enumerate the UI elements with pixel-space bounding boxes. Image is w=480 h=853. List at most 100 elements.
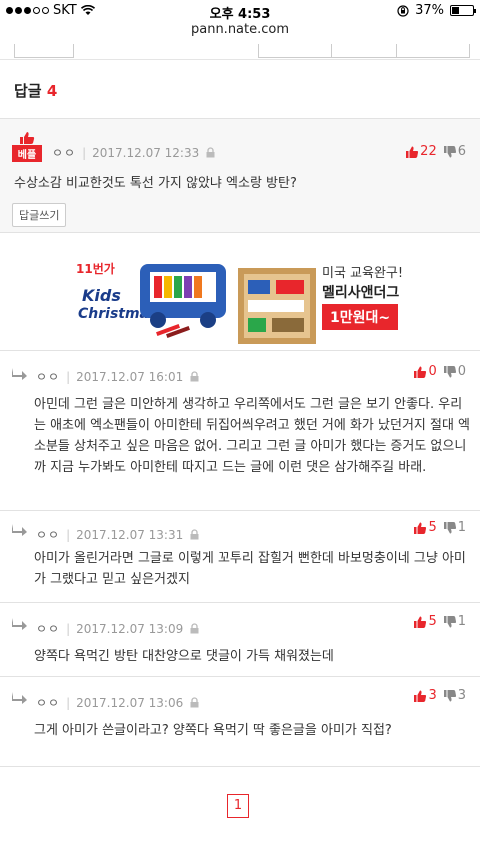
comment-author[interactable]: ㅇㅇ bbox=[36, 694, 60, 711]
rotation-lock-icon bbox=[397, 4, 409, 17]
replies-label: 답글 bbox=[14, 82, 42, 100]
comment-meta: ㅇㅇ | 2017.12.07 13:31 bbox=[36, 526, 200, 543]
battery-icon bbox=[450, 5, 476, 16]
battery-percent: 37% bbox=[415, 3, 444, 18]
divider bbox=[0, 766, 480, 767]
comment-date: 2017.12.07 13:31 bbox=[76, 527, 184, 542]
ad-line-2: 멜리사앤더그 bbox=[322, 285, 400, 301]
comment-item: ㅇㅇ | 2017.12.07 13:06 3 3 그게 아미가 쓴글이라고? … bbox=[0, 688, 480, 758]
upvote-button[interactable]: 5 bbox=[413, 520, 437, 535]
downvote-count: 6 bbox=[457, 144, 466, 159]
ad-line-1: 미국 교육완구! bbox=[322, 266, 404, 281]
meta-separator: | bbox=[66, 369, 71, 384]
downvote-button[interactable]: 1 bbox=[443, 614, 466, 629]
replies-count: 4 bbox=[46, 82, 58, 100]
comment-text: 양쪽다 욕먹긴 방탄 대찬양으로 댓글이 가득 채워졌는데 bbox=[34, 649, 334, 664]
reply-arrow-icon bbox=[12, 524, 27, 536]
upvote-count: 5 bbox=[428, 520, 437, 535]
downvote-count: 0 bbox=[457, 364, 466, 379]
report-icon[interactable] bbox=[189, 623, 200, 634]
comment-text: 아미가 올린거라면 그글로 이렇게 꼬투리 잡힐거 뻔한데 바보멍충이네 그냥 … bbox=[34, 551, 466, 587]
vote-group: 3 3 bbox=[413, 688, 466, 703]
toolbar-button[interactable] bbox=[14, 44, 74, 58]
downvote-button[interactable]: 6 bbox=[443, 144, 466, 159]
status-bar: SKT 오후 4:53 37% bbox=[0, 0, 480, 22]
downvote-count: 3 bbox=[457, 688, 466, 703]
thumbs-up-icon bbox=[414, 522, 427, 534]
toy-box-image bbox=[238, 268, 316, 344]
divider bbox=[0, 602, 480, 603]
report-icon[interactable] bbox=[189, 529, 200, 540]
thumbs-down-icon bbox=[443, 521, 456, 533]
thumbs-up-icon bbox=[406, 146, 419, 158]
comment-date: 2017.12.07 13:09 bbox=[76, 621, 184, 636]
vote-group: 0 0 bbox=[413, 364, 466, 379]
downvote-button[interactable]: 1 bbox=[443, 520, 466, 535]
vote-group: 5 1 bbox=[413, 520, 466, 535]
meta-separator: | bbox=[66, 695, 71, 710]
downvote-button[interactable]: 0 bbox=[443, 364, 466, 379]
comment-author[interactable]: ㅇㅇ bbox=[36, 368, 60, 385]
upvote-button[interactable]: 22 bbox=[405, 144, 437, 159]
divider bbox=[0, 510, 480, 511]
comment-meta: ㅇㅇ | 2017.12.07 13:06 bbox=[36, 694, 200, 711]
toolbar-button[interactable] bbox=[396, 44, 470, 58]
comment-item: ㅇㅇ | 2017.12.07 16:01 0 0 아민데 그런 글은 미안하게… bbox=[0, 362, 480, 512]
comment-text: 수상소감 비교한것도 톡선 가지 않았냐 엑소랑 방탄? bbox=[14, 176, 297, 191]
upvote-count: 5 bbox=[428, 614, 437, 629]
ad-price-badge: 1만원대~ bbox=[322, 304, 399, 330]
comment-item: ㅇㅇ | 2017.12.07 13:31 5 1 아미가 올린거라면 그글로 … bbox=[0, 520, 480, 600]
report-icon[interactable] bbox=[189, 371, 200, 382]
downvote-button[interactable]: 3 bbox=[443, 688, 466, 703]
top-toolbar-remnant bbox=[0, 44, 480, 60]
toolbar-button[interactable] bbox=[331, 44, 397, 58]
thumbs-up-icon bbox=[20, 132, 35, 144]
report-icon[interactable] bbox=[205, 147, 216, 158]
downvote-count: 1 bbox=[457, 520, 466, 535]
downvote-count: 1 bbox=[457, 614, 466, 629]
thumbs-up-icon bbox=[414, 366, 427, 378]
crayons-image bbox=[156, 324, 190, 338]
reply-arrow-icon bbox=[12, 618, 27, 630]
comment-author[interactable]: ㅇㅇ bbox=[52, 144, 76, 161]
url-bar[interactable]: pann.nate.com bbox=[0, 22, 480, 37]
upvote-count: 3 bbox=[428, 688, 437, 703]
thumbs-up-icon bbox=[414, 690, 427, 702]
divider bbox=[0, 350, 480, 351]
comment-date: 2017.12.07 12:33 bbox=[92, 145, 200, 160]
thumbs-down-icon bbox=[443, 145, 456, 157]
report-icon[interactable] bbox=[189, 697, 200, 708]
divider bbox=[0, 676, 480, 677]
meta-separator: | bbox=[66, 527, 71, 542]
comment-item: ㅇㅇ | 2017.12.07 13:09 5 1 양쪽다 욕먹긴 방탄 대찬양… bbox=[0, 614, 480, 674]
meta-separator: | bbox=[66, 621, 71, 636]
reply-arrow-icon bbox=[12, 692, 27, 704]
thumbs-down-icon bbox=[443, 615, 456, 627]
upvote-button[interactable]: 5 bbox=[413, 614, 437, 629]
upvote-button[interactable]: 3 bbox=[413, 688, 437, 703]
comment-meta: ㅇㅇ | 2017.12.07 12:33 bbox=[52, 144, 216, 161]
upvote-count: 0 bbox=[428, 364, 437, 379]
comment-meta: ㅇㅇ | 2017.12.07 16:01 bbox=[36, 368, 200, 385]
comment-text: 그게 아미가 쓴글이라고? 양쪽다 욕먹기 딱 좋은글을 아미가 직접? bbox=[34, 723, 392, 738]
vote-group: 22 6 bbox=[405, 144, 466, 159]
best-label: 베플 bbox=[12, 145, 42, 162]
upvote-button[interactable]: 0 bbox=[413, 364, 437, 379]
reply-arrow-icon bbox=[12, 368, 27, 380]
thumbs-down-icon bbox=[443, 689, 456, 701]
best-badge: 베플 bbox=[12, 131, 42, 162]
replies-header: 답글 4 bbox=[14, 80, 57, 101]
write-reply-button[interactable]: 답글쓰기 bbox=[12, 203, 67, 227]
page-1-button[interactable]: 1 bbox=[227, 794, 249, 818]
ad-brand: 11번가 bbox=[76, 262, 115, 276]
comment-text: 아민데 그런 글은 미안하게 생각하고 우리쪽에서도 그런 글은 보기 안좋다.… bbox=[34, 397, 471, 475]
comment-author[interactable]: ㅇㅇ bbox=[36, 526, 60, 543]
ad-headline-a: Kids bbox=[82, 286, 121, 305]
comment-date: 2017.12.07 16:01 bbox=[76, 369, 184, 384]
thumbs-up-icon bbox=[414, 616, 427, 628]
ad-banner[interactable]: 11번가 Kids Christmas 미국 교육완구! 멜리사앤더그 1만원대… bbox=[0, 246, 480, 350]
comment-date: 2017.12.07 13:06 bbox=[76, 695, 184, 710]
best-comment: 베플 ㅇㅇ | 2017.12.07 12:33 22 6 수상소감 비교한것도… bbox=[0, 118, 480, 233]
toolbar-button[interactable] bbox=[258, 44, 332, 58]
comment-author[interactable]: ㅇㅇ bbox=[36, 620, 60, 637]
